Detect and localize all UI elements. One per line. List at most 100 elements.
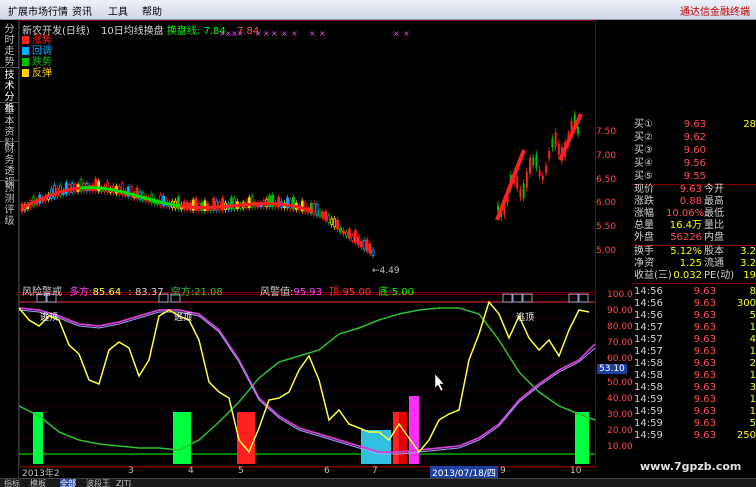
- indicator-tick: 70.00: [607, 338, 633, 348]
- menu-bar: 扩展市场行情 资讯 工具 帮助 通达信金融终端: [0, 0, 756, 20]
- tab-template[interactable]: 模板: [30, 479, 46, 487]
- candle-body: [333, 218, 337, 228]
- sidebar-tab-forecast[interactable]: 预测评级: [4, 183, 15, 227]
- watermark: www.7gpzb.com: [640, 460, 742, 473]
- tick-price: 9.63: [693, 322, 716, 333]
- signal-box: [568, 293, 579, 303]
- info-label: 涨跌: [634, 196, 654, 207]
- price-tick: 5.00: [596, 246, 617, 256]
- mouse-cursor-icon: [434, 373, 445, 392]
- quote-divider: [632, 283, 756, 284]
- candle-body: [315, 203, 319, 216]
- tick-time: 14:59: [634, 394, 663, 405]
- info-row: 收益(三) 0.032 PE(动) 19: [632, 270, 756, 282]
- tick-volume: 5: [749, 418, 756, 429]
- info-label: 今开: [704, 184, 724, 195]
- tick-price: 9.63: [693, 298, 716, 309]
- indicator-tick: 100.0: [607, 290, 633, 300]
- info-value: 3.2: [740, 258, 756, 269]
- info-row: 换手 5.12% 股本 3.2: [632, 246, 756, 258]
- ma-value: 7.84: [203, 26, 226, 37]
- menu-item-news[interactable]: 资讯: [72, 3, 92, 18]
- signal-bar: [409, 396, 419, 464]
- date-axis-label: 4: [188, 466, 194, 476]
- tab-all[interactable]: 全部: [60, 479, 76, 487]
- tick-volume: 1: [749, 346, 756, 357]
- candle-body: [516, 176, 519, 189]
- sidebar-tab-intraday[interactable]: 分时走势: [4, 24, 15, 68]
- candle-body: [336, 219, 340, 230]
- candle-body: [356, 236, 360, 246]
- signal-marker: ×: [393, 29, 400, 38]
- candle-body: [324, 211, 328, 221]
- sidebar-tab-basic-info[interactable]: 基本资料: [4, 105, 15, 149]
- signal-marker: ×: [271, 29, 278, 38]
- info-label: 总量: [634, 220, 654, 231]
- ma-label: 10日均线换盘: [101, 26, 164, 37]
- info-label: 净资: [634, 258, 654, 269]
- info-label: 涨幅: [634, 208, 654, 219]
- buy-row: 买② 9.62: [632, 131, 756, 144]
- tick-row: 14:57 9.63 4: [632, 334, 756, 346]
- buy-label: 买④: [634, 158, 653, 169]
- tick-row: 14:57 9.63 1: [632, 346, 756, 358]
- tick-time: 14:57: [634, 346, 663, 357]
- uptrend-line: [495, 149, 526, 221]
- tick-volume: 1: [749, 322, 756, 333]
- kong-label: 空方:: [170, 287, 195, 298]
- legend-label: 反弹: [32, 68, 52, 79]
- indicator-panel-border: [19, 294, 596, 467]
- chart-canvas[interactable]: × × × × × × × × × × × × ×: [19, 20, 631, 478]
- indicator-tick: 30.00: [607, 410, 633, 420]
- info-value: 3.2: [740, 246, 756, 257]
- tick-price: 9.63: [693, 370, 716, 381]
- tick-time: 14:58: [634, 370, 663, 381]
- signal-marker: ×: [263, 29, 270, 38]
- brand-title: 通达信金融终端: [680, 7, 750, 18]
- tick-time: 14:57: [634, 322, 663, 333]
- date-axis-label: 9: [500, 466, 506, 476]
- low-price-annotation: ←4.49: [372, 266, 400, 276]
- tick-volume: 5: [749, 310, 756, 321]
- candle-body: [535, 154, 538, 168]
- candle-body: [554, 132, 557, 147]
- menu-item-help[interactable]: 帮助: [142, 3, 162, 18]
- sidebar-divider: [0, 180, 19, 181]
- bottom-tabs: 指标 模板 全部 波段王 ZJTJ: [0, 478, 756, 487]
- price-tick: 5.50: [596, 222, 617, 232]
- tick-row: 14:58 9.63 1: [632, 370, 756, 382]
- signal-marker: ×: [319, 29, 326, 38]
- signal-box: [578, 293, 589, 303]
- menu-item-tools[interactable]: 工具: [108, 3, 128, 18]
- tick-row: 14:56 9.63 8: [632, 286, 756, 298]
- legend-swatch-green: [22, 58, 29, 66]
- buy-price: 9.60: [683, 145, 706, 156]
- tab-band-king[interactable]: 波段王: [86, 479, 110, 487]
- tick-row: 14:56 9.63 5: [632, 310, 756, 322]
- buy-price: 9.63: [683, 119, 706, 130]
- signal-bar: [237, 412, 255, 464]
- info-label: 外盘: [634, 232, 654, 243]
- tick-row: 14:56 9.63 300: [632, 298, 756, 310]
- tick-price: 9.63: [693, 358, 716, 369]
- info-value: 9.63: [679, 184, 702, 195]
- legend-item: 跌势: [22, 57, 82, 68]
- sidebar-tab-financial[interactable]: 财务透视: [4, 144, 15, 188]
- tick-row: 14:59 9.63 5: [632, 418, 756, 430]
- tab-zjtj[interactable]: ZJTJ: [116, 479, 131, 487]
- buy-label: 买②: [634, 132, 653, 143]
- indicator-name: 风险警戒: [22, 287, 62, 298]
- candle-body: [339, 228, 343, 232]
- tick-volume: 1: [749, 406, 756, 417]
- legend-label: 跌势: [32, 57, 52, 68]
- date-axis-label: 3: [128, 466, 134, 476]
- buy-label: 买③: [634, 145, 653, 156]
- menu-item-extended-market[interactable]: 扩展市场行情: [8, 3, 68, 18]
- tab-indicator[interactable]: 指标: [4, 479, 20, 487]
- buy-row: 买③ 9.60: [632, 144, 756, 157]
- top-value: 95.00: [342, 287, 372, 298]
- info-value: 19: [743, 270, 756, 281]
- signal-box: [512, 293, 523, 303]
- kline-panel-border: [19, 20, 596, 293]
- info-row: 涨跌 0.88 最高: [632, 196, 756, 208]
